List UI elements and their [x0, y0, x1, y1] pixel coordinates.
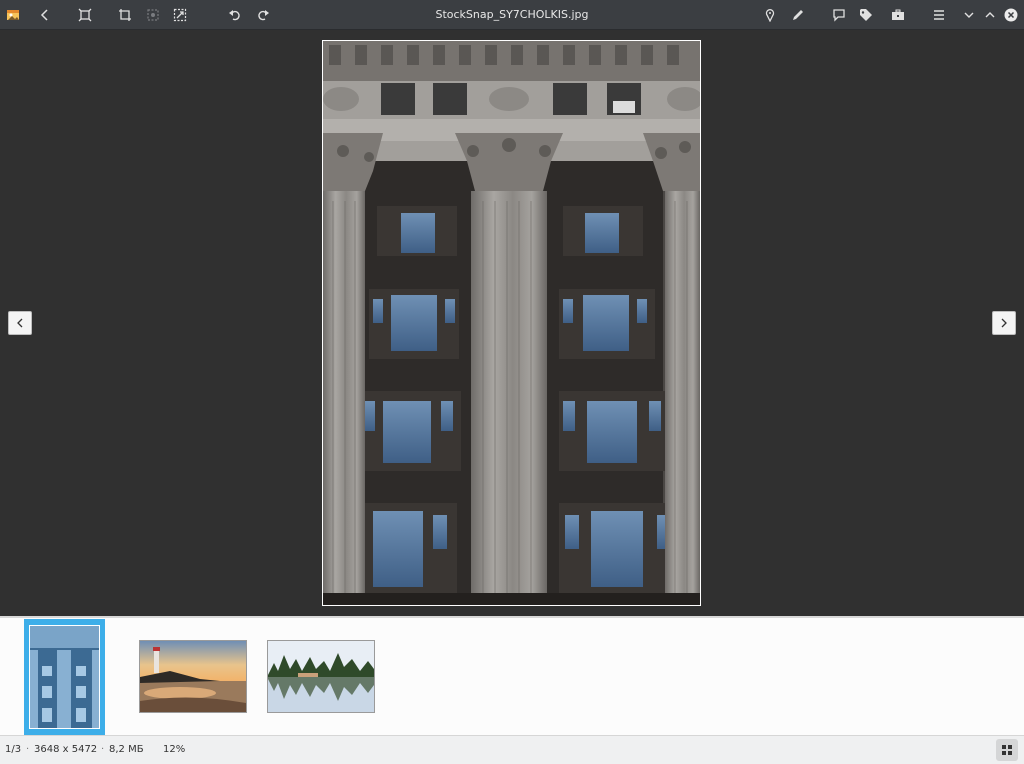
image-dimensions: 3648 x 5472 [34, 744, 98, 755]
back-icon[interactable] [34, 4, 56, 26]
status-bar: 1/3 · 3648 x 5472 · 8,2 МБ 12% [0, 736, 1024, 764]
window-title: StockSnap_SY7CHOLKIS.jpg [435, 8, 589, 21]
thumbnail-strip [0, 616, 1024, 736]
draw-icon[interactable] [787, 4, 809, 26]
rotate-right-icon[interactable] [252, 4, 274, 26]
previous-image-button[interactable] [8, 311, 32, 335]
toggle-thumbnails-button[interactable] [996, 739, 1018, 761]
location-icon[interactable] [759, 4, 781, 26]
tag-icon[interactable] [855, 4, 877, 26]
zoom-to-fit-icon[interactable] [74, 4, 96, 26]
close-icon[interactable] [1000, 4, 1022, 26]
thumbnail-selected-frame[interactable] [24, 619, 105, 735]
separator: · [101, 744, 105, 755]
comment-icon[interactable] [828, 4, 850, 26]
zoom-level: 12% [163, 744, 186, 755]
file-size: 8,2 МБ [109, 744, 144, 755]
chevron-left-icon [17, 318, 23, 328]
crop-icon[interactable] [114, 4, 136, 26]
resize-icon[interactable] [169, 4, 191, 26]
thumbnail-lake[interactable] [267, 640, 375, 713]
app-icon [2, 4, 24, 26]
image-viewer[interactable] [0, 30, 1024, 616]
top-toolbar: StockSnap_SY7CHOLKIS.jpg [0, 0, 1024, 30]
image-position: 1/3 [5, 744, 22, 755]
maximize-icon[interactable] [979, 4, 1001, 26]
chevron-right-icon [1001, 318, 1007, 328]
thumbnail-lighthouse[interactable] [139, 640, 247, 713]
separator: · [26, 744, 30, 755]
toolbox-icon[interactable] [887, 4, 909, 26]
main-photo [322, 40, 701, 606]
menu-icon[interactable] [928, 4, 950, 26]
next-image-button[interactable] [992, 311, 1016, 335]
grid-icon [1002, 745, 1012, 755]
reduce-red-eye-icon [142, 4, 164, 26]
building-columns-image [323, 41, 700, 605]
thumbnail-building[interactable] [29, 625, 100, 729]
rotate-left-icon[interactable] [224, 4, 246, 26]
minimize-icon[interactable] [958, 4, 980, 26]
